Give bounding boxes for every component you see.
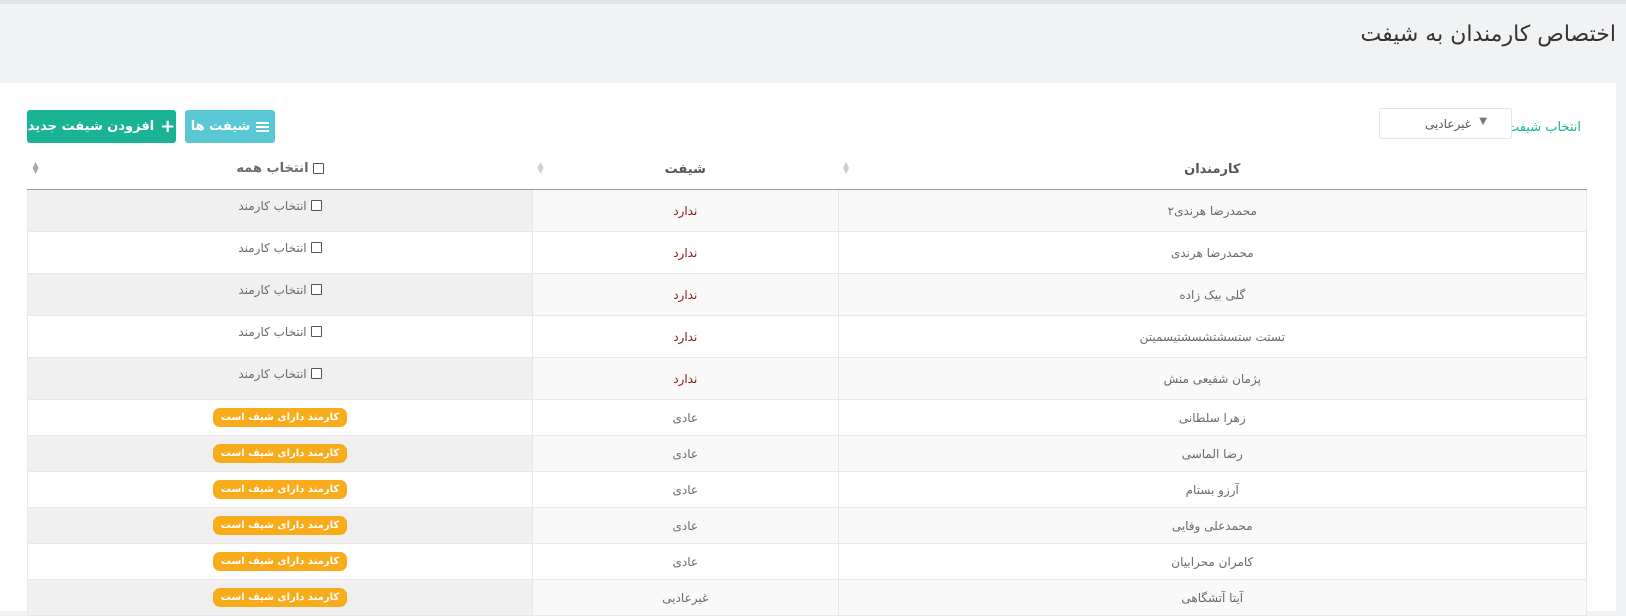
select-cell: کارمند دارای شیف است (27, 435, 533, 472)
select-employee-control[interactable]: انتخاب کارمند (238, 198, 322, 213)
select-all-checkbox[interactable] (312, 163, 324, 174)
shift-value: عادی (531, 435, 839, 472)
top-border (0, 0, 1626, 4)
has-shift-badge: کارمند دارای شیف است (212, 480, 348, 499)
add-shift-button[interactable]: + افزودن شیفت جدید (27, 110, 176, 143)
shift-value: عادی (531, 543, 839, 580)
employee-name: رضا الماسی (837, 435, 1588, 472)
header-shift[interactable]: شیفت ▲ ▼ (532, 150, 839, 190)
shifts-button-label: شیفت ها (190, 119, 251, 134)
shift-value: ندارد (531, 357, 839, 400)
table-header-row: کارمندان ▲ ▼ شیفت ▲ ▼ انتخاب همه ▲ ▼ (27, 150, 1587, 190)
shift-value: غیرعادیی (531, 579, 839, 616)
table-row: زهرا سلطانی عادی کارمند دارای شیف است (27, 399, 1588, 436)
select-employee-checkbox[interactable] (310, 284, 322, 296)
shift-select-value: غیرعادیی (1424, 117, 1471, 131)
select-employee-control[interactable]: انتخاب کارمند (238, 240, 322, 255)
header-select-all-label: انتخاب همه (236, 161, 309, 176)
shift-select[interactable]: غیرعادیی ▼ (1379, 108, 1512, 139)
shift-value: عادی (531, 399, 839, 436)
employee-name: تستت ستسشتشسشتیسمیتن (837, 315, 1588, 358)
list-icon (256, 121, 270, 132)
select-cell: کارمند دارای شیف است (27, 543, 533, 580)
select-employee-checkbox[interactable] (310, 326, 322, 338)
select-employee-label: انتخاب کارمند (238, 240, 307, 255)
select-cell: کارمند دارای شیف است (27, 579, 533, 616)
shifts-button[interactable]: شیفت ها (185, 110, 275, 143)
sort-icon: ▲ ▼ (537, 160, 544, 175)
plus-icon: + (160, 115, 176, 137)
select-employee-checkbox[interactable] (310, 242, 322, 254)
shift-value: ندارد (531, 315, 839, 358)
table-row: محمدرضا هرندی۲ ندارد انتخاب کارمند (27, 189, 1588, 232)
has-shift-badge: کارمند دارای شیف است (212, 444, 348, 463)
employee-name: زهرا سلطانی (837, 399, 1588, 436)
has-shift-badge: کارمند دارای شیف است (212, 408, 348, 427)
sort-icon: ▲ ▼ (843, 160, 850, 175)
employee-name: آرزو بستام (837, 471, 1588, 508)
select-cell: انتخاب کارمند (27, 189, 533, 232)
header-employees[interactable]: کارمندان ▲ ▼ (838, 150, 1587, 190)
shift-value: ندارد (531, 189, 839, 232)
employee-name: پژمان شفیعی منش (837, 357, 1588, 400)
select-employee-checkbox[interactable] (310, 200, 322, 212)
header-shift-label: شیفت (664, 162, 706, 177)
table-row: تستت ستسشتشسشتیسمیتن ندارد انتخاب کارمند (27, 315, 1588, 358)
select-cell: انتخاب کارمند (27, 231, 533, 274)
table-row: رضا الماسی عادی کارمند دارای شیف است (27, 435, 1588, 472)
select-employee-control[interactable]: انتخاب کارمند (238, 324, 322, 339)
employee-name: محمدرضا هرندی۲ (837, 189, 1588, 232)
employee-name: گلی بیک زاده (837, 273, 1588, 316)
select-cell: انتخاب کارمند (27, 273, 533, 316)
table-row: محمدعلی وفایی عادی کارمند دارای شیف است (27, 507, 1588, 544)
page-title: اختصاص کارمندان به شیفت (1360, 22, 1616, 47)
select-employee-label: انتخاب کارمند (238, 366, 307, 381)
employee-name: محمدعلی وفایی (837, 507, 1588, 544)
has-shift-badge: کارمند دارای شیف است (212, 516, 348, 535)
sort-icon: ▲ ▼ (32, 160, 39, 175)
has-shift-badge: کارمند دارای شیف است (212, 552, 348, 571)
select-cell: کارمند دارای شیف است (27, 399, 533, 436)
main-panel: انتخاب شیفت غیرعادیی ▼ شیفت ها + افزودن … (0, 83, 1616, 616)
employee-name: آیتا آتشگاهی (837, 579, 1588, 616)
table-row: آرزو بستام عادی کارمند دارای شیف است (27, 471, 1588, 508)
select-employee-checkbox[interactable] (310, 368, 322, 380)
table-row: محمدرضا هرندی ندارد انتخاب کارمند (27, 231, 1588, 274)
select-cell: کارمند دارای شیف است (27, 471, 533, 508)
shift-value: عادی (531, 471, 839, 508)
table-row: کامران محرابیان عادی کارمند دارای شیف اس… (27, 543, 1588, 580)
add-shift-button-label: افزودن شیفت جدید (27, 119, 155, 134)
table-row: پژمان شفیعی منش ندارد انتخاب کارمند (27, 357, 1588, 400)
table-row: آیتا آتشگاهی غیرعادیی کارمند دارای شیف ا… (27, 579, 1588, 616)
shift-value: عادی (531, 507, 839, 544)
employees-table: کارمندان ▲ ▼ شیفت ▲ ▼ انتخاب همه ▲ ▼ محم… (27, 150, 1588, 616)
select-cell: انتخاب کارمند (27, 315, 533, 358)
select-cell: انتخاب کارمند (27, 357, 533, 400)
select-cell: کارمند دارای شیف است (27, 507, 533, 544)
employee-name: محمدرضا هرندی (837, 231, 1588, 274)
employee-name: کامران محرابیان (837, 543, 1588, 580)
select-employee-label: انتخاب کارمند (238, 324, 307, 339)
select-employee-control[interactable]: انتخاب کارمند (238, 366, 322, 381)
header-employees-label: کارمندان (1184, 162, 1241, 177)
table-row: گلی بیک زاده ندارد انتخاب کارمند (27, 273, 1588, 316)
shift-value: ندارد (531, 273, 839, 316)
chevron-down-icon: ▼ (1479, 116, 1487, 127)
has-shift-badge: کارمند دارای شیف است (212, 588, 348, 607)
select-employee-label: انتخاب کارمند (238, 198, 307, 213)
select-all-control[interactable]: انتخاب همه (236, 161, 324, 176)
shift-filter-label: انتخاب شیفت (1506, 120, 1581, 135)
select-employee-control[interactable]: انتخاب کارمند (238, 282, 322, 297)
header-select-all[interactable]: انتخاب همه ▲ ▼ (27, 150, 533, 190)
select-employee-label: انتخاب کارمند (238, 282, 307, 297)
shift-value: ندارد (531, 231, 839, 274)
